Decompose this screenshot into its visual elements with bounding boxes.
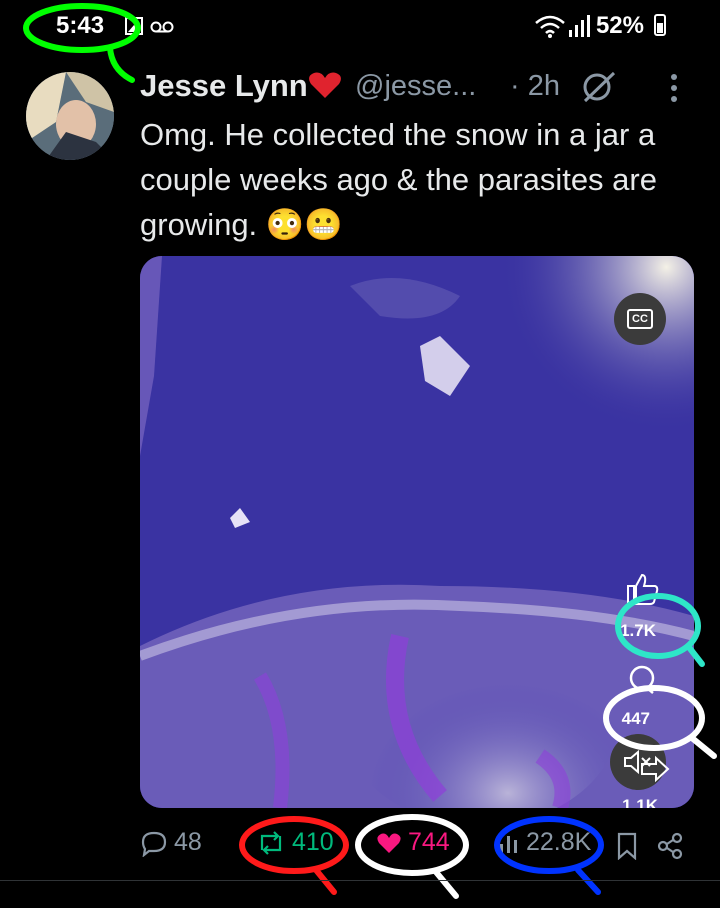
video-share-count: 1.1K: [622, 796, 658, 808]
tweet-text: Omg. He collected the snow in a jar a co…: [140, 117, 657, 242]
view-count: 22.8K: [526, 828, 592, 856]
repost-count: 410: [292, 828, 334, 856]
status-time: 5:43: [56, 12, 105, 39]
cc-label: CC: [627, 309, 653, 329]
reply-icon: [141, 831, 167, 857]
share-icon[interactable]: [656, 832, 684, 860]
video-like-count: 1.7K: [620, 621, 656, 640]
video-frame: [140, 256, 694, 808]
video-comment-icon: [629, 665, 655, 694]
reply-count: 48: [174, 828, 202, 856]
video-player[interactable]: CC 1.7K 447 1.1K: [140, 256, 694, 808]
battery-icon: [654, 14, 666, 36]
bookmark-icon[interactable]: [616, 832, 638, 860]
user-handle[interactable]: @jesse...: [355, 70, 476, 103]
grok-icon[interactable]: [580, 70, 618, 104]
divider: [0, 880, 720, 881]
more-vert-icon[interactable]: [666, 72, 682, 104]
repost-icon: [260, 830, 282, 855]
closed-captions-button[interactable]: CC: [614, 293, 666, 345]
thumbs-up-icon: [627, 573, 659, 605]
signal-icon: [569, 15, 590, 37]
like-button[interactable]: 744: [376, 828, 450, 857]
image-icon: [125, 17, 143, 35]
views-button[interactable]: 22.8K: [498, 828, 591, 857]
like-count: 744: [408, 828, 450, 856]
repost-button[interactable]: 410: [256, 828, 334, 857]
heart-filled-icon: [377, 833, 401, 853]
display-name[interactable]: Jesse Lynn: [140, 68, 342, 104]
avatar-photo: [26, 72, 114, 160]
video-comment-count: 447: [621, 709, 650, 728]
reply-button[interactable]: 48: [140, 828, 202, 857]
share-arrow-icon: [641, 755, 670, 783]
avatar[interactable]: [26, 72, 114, 160]
voicemail-icon: [150, 21, 174, 33]
views-chart-icon: [500, 835, 517, 853]
heart-emoji-icon: [308, 72, 341, 98]
wifi-icon: [535, 15, 565, 38]
display-name-text: Jesse Lynn: [140, 68, 308, 103]
post-time: · 2h: [510, 70, 560, 102]
battery-percent: 52%: [595, 12, 644, 39]
